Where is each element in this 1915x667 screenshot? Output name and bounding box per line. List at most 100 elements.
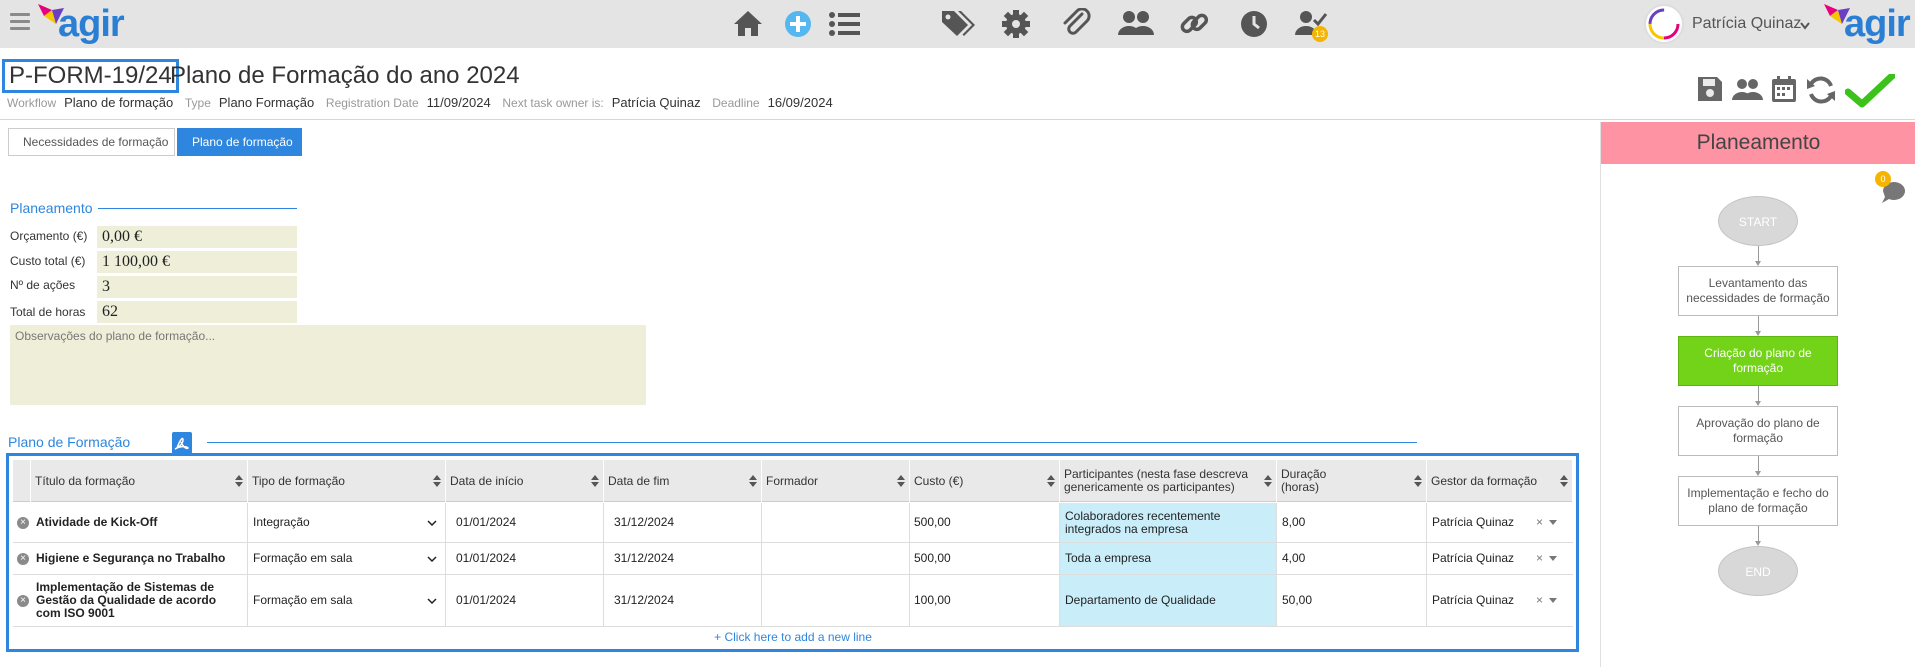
sort-icon[interactable]: [1264, 475, 1272, 487]
users-icon[interactable]: [1731, 74, 1765, 110]
workflow-label: Workflow: [7, 96, 57, 110]
workflow-step-current[interactable]: Criação do plano de formação: [1678, 336, 1838, 386]
sort-icon[interactable]: [749, 475, 757, 487]
col-titulo[interactable]: Título da formação: [31, 460, 248, 502]
dropdown-arrow-icon[interactable]: [1549, 598, 1557, 603]
cell-custo[interactable]: 500,00: [910, 543, 1060, 574]
cell-formador[interactable]: [762, 543, 910, 574]
workflow-step[interactable]: Aprovação do plano de formação: [1678, 406, 1838, 456]
col-fim[interactable]: Data de fim: [604, 460, 762, 502]
cell-duracao[interactable]: 4,00: [1277, 543, 1427, 574]
save-icon[interactable]: [1695, 74, 1729, 110]
page-title: Plano de Formação do ano 2024: [170, 62, 520, 89]
cell-fim[interactable]: 31/12/2024: [604, 503, 762, 542]
top-bar: agir 13 Patrícia Quinaz agir: [0, 0, 1915, 48]
add-circle-icon[interactable]: [778, 6, 818, 42]
notes-textarea[interactable]: Observações do plano de formação...: [10, 325, 646, 405]
cell-inicio[interactable]: 01/01/2024: [446, 503, 604, 542]
cell-duracao[interactable]: 8,00: [1277, 503, 1427, 542]
col-inicio[interactable]: Data de início: [446, 460, 604, 502]
sort-icon[interactable]: [897, 475, 905, 487]
sort-icon[interactable]: [1047, 475, 1055, 487]
cell-participantes[interactable]: Colaboradores recentemente integrados na…: [1060, 503, 1277, 542]
col-gestor[interactable]: Gestor da formação: [1427, 460, 1573, 502]
gestor-value: Patrícia Quinaz: [1432, 551, 1515, 565]
user-name: Patrícia Quinaz: [1692, 15, 1802, 32]
add-line-link[interactable]: + Click here to add a new line: [13, 628, 1573, 646]
workflow-start: START: [1718, 196, 1798, 246]
tab-necessidades[interactable]: Necessidades de formação: [8, 128, 175, 156]
deadline-value: 16/09/2024: [767, 95, 833, 110]
workflow-step[interactable]: Levantamento das necessidades de formaçã…: [1678, 266, 1838, 316]
paperclip-icon[interactable]: [1056, 6, 1096, 42]
acoes-field[interactable]: 3: [97, 276, 297, 298]
agir-logo[interactable]: agir: [36, 2, 126, 46]
cell-inicio[interactable]: 01/01/2024: [446, 543, 604, 574]
cell-inicio[interactable]: 01/01/2024: [446, 575, 604, 626]
home-icon[interactable]: [728, 6, 768, 42]
sort-icon[interactable]: [1560, 475, 1568, 487]
custo-field[interactable]: 1 100,00 €: [97, 251, 297, 273]
user-check-icon[interactable]: 13: [1290, 6, 1330, 42]
cell-tipo-select[interactable]: Formação em sala: [248, 575, 446, 626]
cell-titulo[interactable]: Atividade de Kick-Off: [31, 503, 248, 542]
col-formador[interactable]: Formador: [762, 460, 910, 502]
workflow-arrow: [1755, 246, 1761, 266]
horas-field[interactable]: 62: [97, 301, 297, 323]
sort-icon[interactable]: [235, 475, 243, 487]
cell-fim[interactable]: 31/12/2024: [604, 575, 762, 626]
workflow-arrow: [1755, 386, 1761, 406]
type-value: Plano Formação: [218, 95, 315, 110]
refresh-icon[interactable]: [1805, 74, 1839, 110]
clock-icon[interactable]: [1234, 6, 1274, 42]
col-inicio-label: Data de início: [450, 473, 524, 488]
comments-icon[interactable]: 0: [1875, 171, 1909, 209]
cell-formador[interactable]: [762, 503, 910, 542]
orcamento-field[interactable]: 0,00 €: [97, 226, 297, 248]
col-tipo[interactable]: Tipo de formação: [248, 460, 446, 502]
col-duracao[interactable]: Duração (horas): [1277, 460, 1427, 502]
cell-custo[interactable]: 100,00: [910, 575, 1060, 626]
users-icon[interactable]: [1114, 6, 1154, 42]
tags-icon[interactable]: [936, 6, 976, 42]
link-icon[interactable]: [1174, 6, 1214, 42]
cell-duracao[interactable]: 50,00: [1277, 575, 1427, 626]
tab-plano[interactable]: Plano de formação: [177, 128, 302, 156]
clear-icon[interactable]: ×: [1536, 552, 1543, 565]
cell-participantes[interactable]: Departamento de Qualidade: [1060, 575, 1277, 626]
list-icon[interactable]: [824, 6, 864, 42]
menu-icon[interactable]: [10, 13, 30, 31]
col-participantes[interactable]: Participantes (nesta fase descreva gener…: [1060, 460, 1277, 502]
gear-icon[interactable]: [996, 6, 1036, 42]
checkmark-icon[interactable]: [1844, 72, 1896, 110]
cell-tipo-select[interactable]: Integração: [248, 503, 446, 542]
cell-titulo[interactable]: Higiene e Segurança no Trabalho: [31, 543, 248, 574]
workflow-step[interactable]: Implementação e fecho do plano de formaç…: [1678, 476, 1838, 526]
gestor-value: Patrícia Quinaz: [1432, 593, 1515, 607]
sort-icon[interactable]: [433, 475, 441, 487]
dropdown-arrow-icon[interactable]: [1549, 520, 1557, 525]
dropdown-arrow-icon[interactable]: [1549, 556, 1557, 561]
gestor-value: Patrícia Quinaz: [1432, 515, 1515, 529]
owner-value: Patrícia Quinaz: [611, 95, 701, 110]
pdf-icon[interactable]: [172, 432, 192, 454]
cell-formador[interactable]: [762, 575, 910, 626]
clear-icon[interactable]: ×: [1536, 594, 1543, 607]
sort-icon[interactable]: [591, 475, 599, 487]
cell-gestor[interactable]: Patrícia Quinaz ×: [1427, 575, 1573, 626]
cell-fim[interactable]: 31/12/2024: [604, 543, 762, 574]
sort-icon[interactable]: [1414, 475, 1422, 487]
brand-text: agir: [58, 3, 125, 45]
cell-custo[interactable]: 500,00: [910, 503, 1060, 542]
cell-gestor[interactable]: Patrícia Quinaz ×: [1427, 543, 1573, 574]
cell-participantes[interactable]: Toda a empresa: [1060, 543, 1277, 574]
clear-icon[interactable]: ×: [1536, 516, 1543, 529]
remove-row-icon[interactable]: ×: [17, 595, 29, 607]
col-custo[interactable]: Custo (€): [910, 460, 1060, 502]
remove-row-icon[interactable]: ×: [17, 553, 29, 565]
cell-titulo[interactable]: Implementação de Sistemas de Gestão da Q…: [31, 575, 248, 626]
cell-tipo-select[interactable]: Formação em sala: [248, 543, 446, 574]
cell-gestor[interactable]: Patrícia Quinaz ×: [1427, 503, 1573, 542]
remove-row-icon[interactable]: ×: [17, 517, 29, 529]
calendar-icon[interactable]: [1769, 74, 1803, 110]
